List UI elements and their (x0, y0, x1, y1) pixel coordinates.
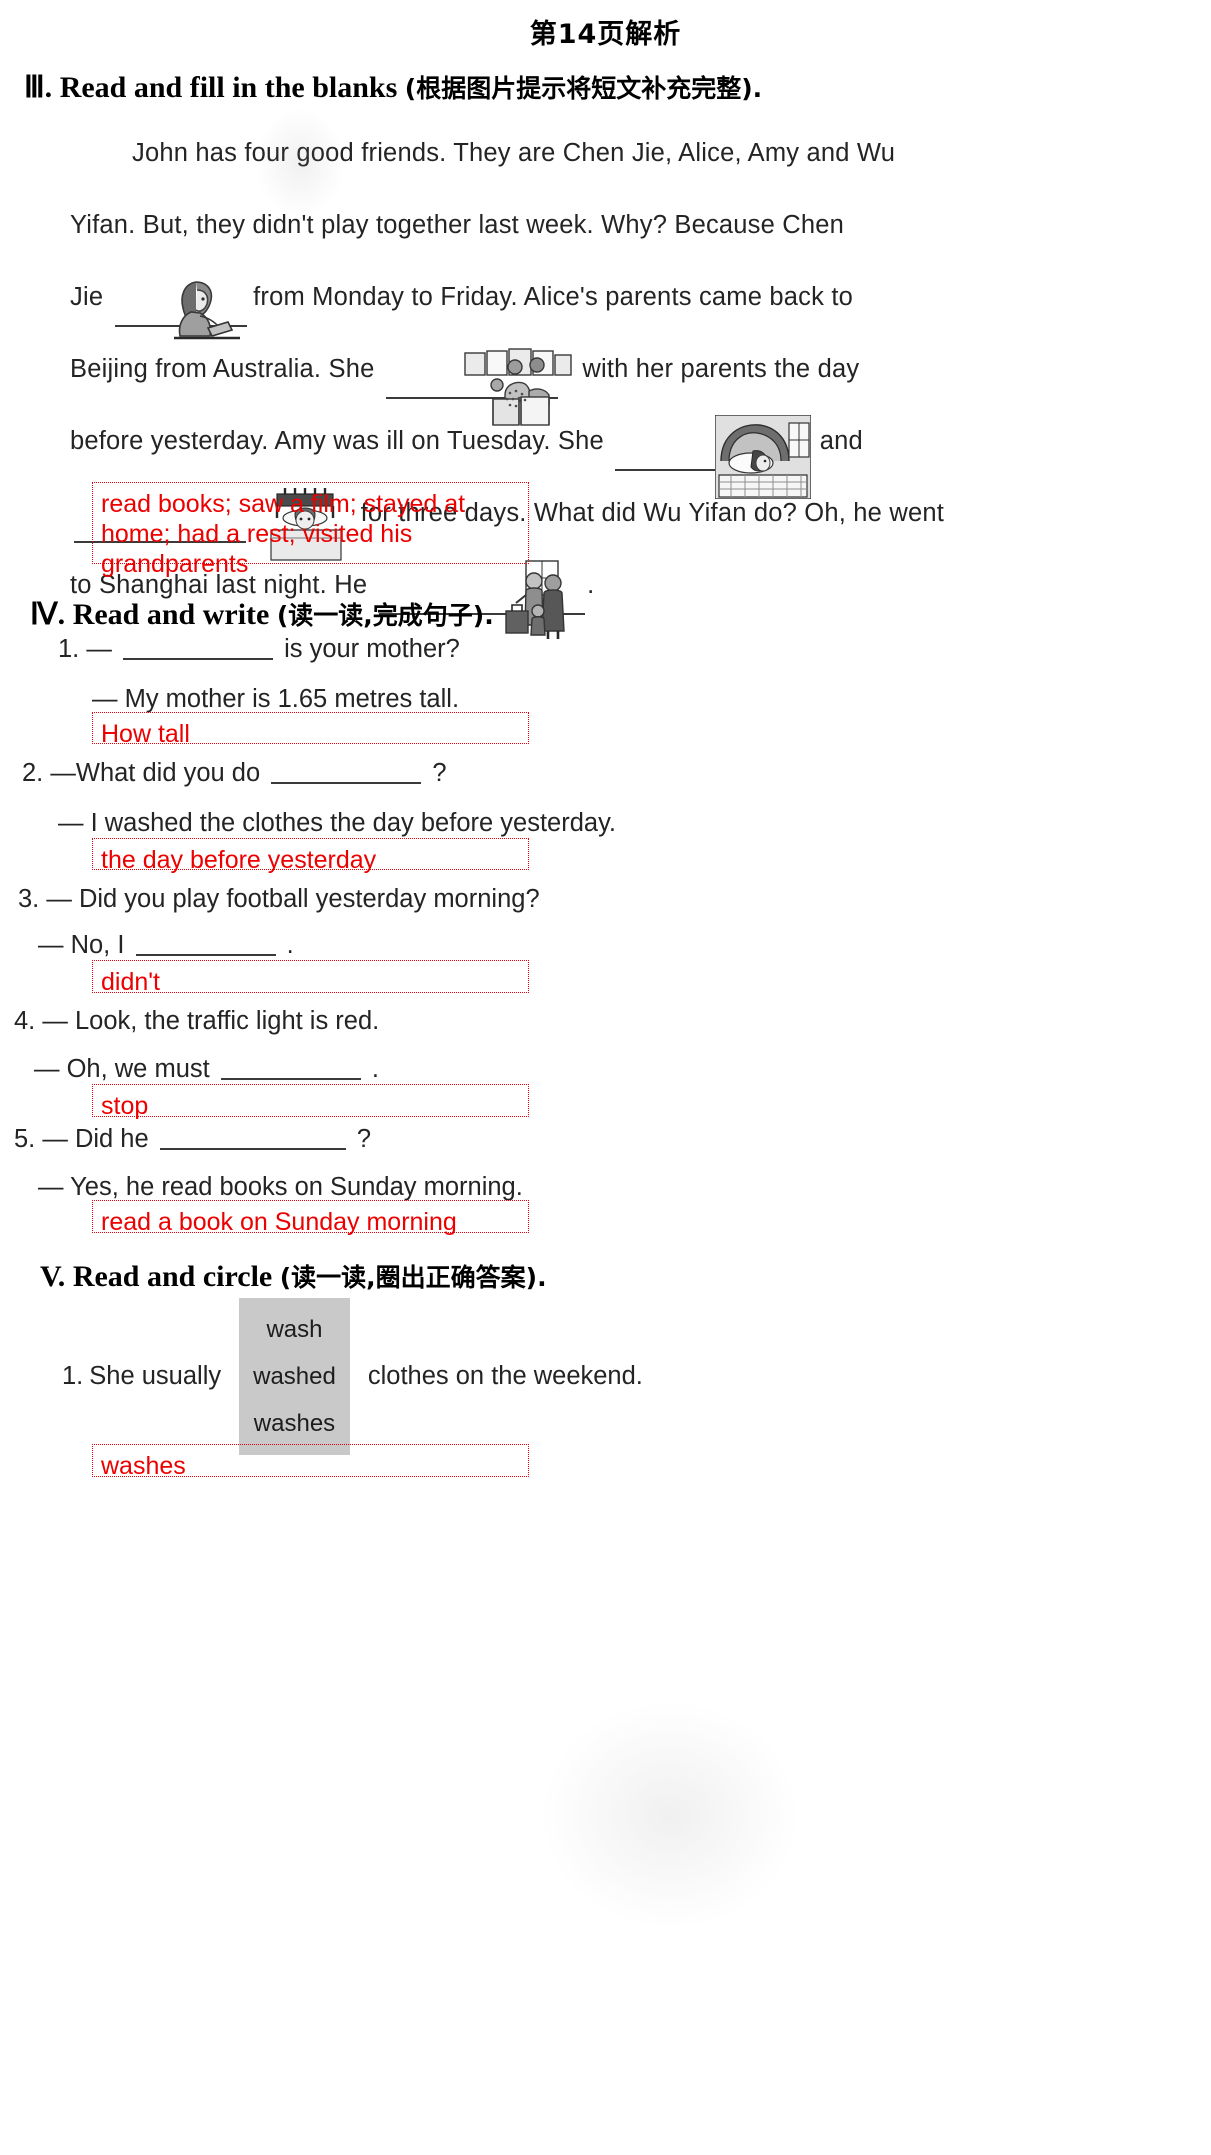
section-4-title-en: Read and write (72, 598, 270, 631)
section-3-title-zh: (根据图片提示将短文补充完整). (404, 74, 763, 103)
question-2-number: 2. (22, 759, 44, 787)
section-5-question-1: 1. She usually wash washed washes clothe… (62, 1298, 702, 1455)
section-5-answer-box: washes (92, 1444, 529, 1480)
option-wash[interactable]: wash (253, 1306, 336, 1353)
section-5-title-zh: (读一读,圈出正确答案). (279, 1263, 547, 1292)
question-3-answer-line: — No, I . (38, 928, 294, 962)
question-5-prompt: 5. — Did he ? (14, 1122, 371, 1156)
question-4-answer-box: stop (92, 1084, 529, 1120)
people-watching-film-illustration (463, 343, 573, 431)
question-1-blank[interactable] (122, 658, 273, 660)
question-3-pre: — Did you play football yesterday mornin… (46, 885, 540, 913)
passage-line-5: before yesterday. Amy was ill on Tuesday… (70, 405, 1177, 500)
page-title: 第14页解析 (529, 19, 682, 50)
passage-text: Jie (70, 283, 104, 311)
question-4-prompt: 4. — Look, the traffic light is red. (14, 1004, 379, 1038)
question-3-blank[interactable] (135, 954, 276, 956)
question-2-post: ? (432, 759, 447, 787)
passage-text: from Monday to Friday. Alice's parents c… (253, 283, 854, 311)
section-4-heading: Ⅳ. Read and write (读一读,完成句子). (0, 596, 494, 632)
section-5-heading: V. Read and circle (读一读,圈出正确答案). (0, 1258, 547, 1294)
section-3-heading: Ⅲ. Read and fill in the blanks (根据图片提示将短… (0, 69, 1211, 105)
question-1-prompt: 1. — is your mother? (58, 632, 460, 666)
question-4-answer-pre: — Oh, we must (34, 1055, 210, 1083)
section-5-question-number: 1. (62, 1362, 84, 1390)
question-4-answer-text: stop (101, 1092, 149, 1120)
passage-text: Yifan. But, they didn't play together la… (70, 211, 845, 239)
question-3-answer-post: . (286, 931, 294, 959)
section-5-answer-text: washes (101, 1452, 186, 1480)
passage-text: with her parents the day (582, 355, 860, 383)
passage-text: and (819, 427, 863, 455)
section-5-number: V. (40, 1260, 66, 1293)
question-4-answer-line: — Oh, we must . (34, 1052, 379, 1086)
passage-line-2: Yifan. But, they didn't play together la… (70, 189, 1177, 261)
section-5-question-post: clothes on the weekend. (367, 1362, 643, 1390)
question-2-blank[interactable] (271, 782, 422, 784)
question-5-answer-text: read a book on Sunday morning (101, 1208, 457, 1236)
question-1-answer-line: — My mother is 1.65 metres tall. (92, 685, 460, 713)
section-3-title-en: Read and fill in the blanks (59, 71, 398, 104)
passage-line-4: Beijing from Australia. She with her par… (70, 333, 1177, 426)
passage-line-3: Jie from Monday to Friday. Alice's paren… (70, 261, 1177, 340)
question-3-prompt: 3. — Did you play football yesterday mor… (18, 882, 540, 916)
passage-text: Beijing from Australia. She (70, 355, 375, 383)
option-washes[interactable]: washes (253, 1400, 336, 1447)
question-2-answer-line: — I washed the clothes the day before ye… (58, 809, 617, 837)
question-3-answer-text: didn't (101, 968, 160, 996)
question-4-pre: — Look, the traffic light is red. (42, 1007, 380, 1035)
question-5-pre: — Did he (42, 1125, 149, 1153)
section-3-answer-box: read books; saw a film; stayed at home; … (92, 482, 529, 578)
question-1-answer-text: How tall (101, 720, 190, 748)
question-5-number: 5. (14, 1125, 36, 1153)
section-5-options-group: wash washed washes (239, 1298, 350, 1455)
passage-line-1: John has four good friends. They are Che… (70, 117, 1177, 189)
question-1-pre: — (86, 635, 112, 663)
question-2-answer-text: the day before yesterday (101, 846, 377, 874)
question-1-number: 1. (58, 635, 80, 663)
question-5-blank[interactable] (159, 1148, 346, 1150)
scan-smudge (540, 1700, 800, 1930)
visiting-grandparents-illustration (498, 559, 580, 641)
question-5-answer-box: read a book on Sunday morning (92, 1200, 529, 1236)
question-3-answer-box: didn't (92, 960, 529, 996)
passage-text: John has four good friends. They are Che… (132, 139, 896, 167)
passage-text: . (587, 571, 595, 599)
question-4-blank[interactable] (220, 1078, 361, 1080)
question-3-answer-pre: — No, I (38, 931, 125, 959)
section-5-title-en: Read and circle (72, 1260, 273, 1293)
girl-in-bed-resting-illustration (714, 415, 811, 500)
question-4-answer-post: . (371, 1055, 379, 1083)
option-washed[interactable]: washed (253, 1353, 336, 1400)
section-4-title-zh: (读一读,完成句子). (276, 601, 494, 630)
section-5-question-pre: She usually (89, 1362, 222, 1390)
section-3-number: Ⅲ. (24, 71, 53, 104)
question-1-post: is your mother? (284, 635, 460, 663)
question-3-number: 3. (18, 885, 40, 913)
question-4-number: 4. (14, 1007, 36, 1035)
question-2-prompt: 2. —What did you do ? (22, 756, 447, 790)
question-5-answer-line: — Yes, he read books on Sunday morning. (38, 1173, 523, 1201)
question-2-answer-box: the day before yesterday (92, 838, 529, 874)
question-1-answer-box: How tall (92, 712, 529, 748)
question-2-pre: —What did you do (50, 759, 261, 787)
question-5-post: ? (356, 1125, 372, 1153)
girl-reading-book-illustration (166, 276, 244, 342)
section-4-number: Ⅳ. (30, 598, 66, 631)
